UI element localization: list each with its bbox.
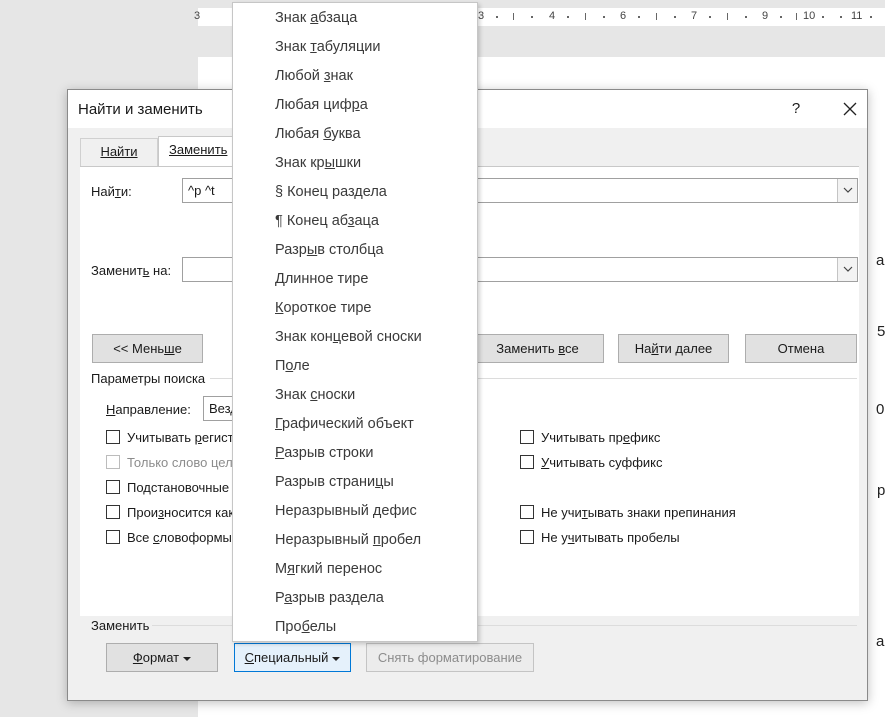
ruler-number: 9 bbox=[762, 10, 769, 22]
clear-formatting-button[interactable]: Снять форматирование bbox=[366, 643, 534, 672]
checkbox-box[interactable] bbox=[520, 505, 534, 519]
checkbox-label: Учитывать префикс bbox=[541, 430, 661, 445]
menu-item-manual-line-break[interactable]: Разрыв строки bbox=[275, 439, 373, 468]
menu-item-paragraph-mark[interactable]: Знак абзаца bbox=[275, 4, 357, 33]
menu-item-tab-character[interactable]: Знак табуляции bbox=[275, 33, 381, 62]
menu-item-any-digit[interactable]: Любая цифра bbox=[275, 91, 368, 120]
tab-find[interactable]: Найти bbox=[80, 138, 158, 166]
direction-label: Направление: bbox=[106, 402, 191, 417]
checkbox-label: Не учитывать знаки препинания bbox=[541, 505, 736, 520]
document-text-fragment: 0 bbox=[876, 401, 885, 418]
checkbox-box[interactable] bbox=[106, 430, 120, 444]
menu-item-section-break[interactable]: Разрыв раздела bbox=[275, 584, 384, 613]
ruler-number: 3 bbox=[194, 10, 201, 22]
checkbox-label: Не учитывать пробелы bbox=[541, 530, 680, 545]
chevron-down-icon bbox=[843, 266, 853, 272]
checkbox-box[interactable] bbox=[106, 505, 120, 519]
ruler-dot bbox=[822, 16, 824, 18]
checkbox-label: Учитывать регистр bbox=[127, 430, 241, 445]
menu-item-field[interactable]: Поле bbox=[275, 352, 310, 381]
menu-item-optional-hyphen[interactable]: Мягкий перенос bbox=[275, 555, 382, 584]
menu-item-paragraph-character[interactable]: ¶ Конец абзаца bbox=[275, 207, 379, 236]
checkbox-box[interactable] bbox=[106, 530, 120, 544]
ruler-number: 3 bbox=[478, 10, 485, 22]
menu-item-any-letter[interactable]: Любая буква bbox=[275, 120, 361, 149]
tab-find-label: Найти bbox=[100, 144, 138, 159]
ruler-tick bbox=[513, 13, 514, 20]
ruler-dot bbox=[745, 16, 747, 18]
checkbox-box[interactable] bbox=[520, 530, 534, 544]
document-text-fragment: а bbox=[876, 252, 885, 269]
tab-replace-label: Заменить bbox=[169, 142, 228, 157]
checkbox-box[interactable] bbox=[520, 430, 534, 444]
checkbox-label: Учитывать суффикс bbox=[541, 455, 663, 470]
replace-with-label: Заменить на: bbox=[91, 263, 172, 278]
ruler-number: 6 bbox=[620, 10, 627, 22]
checkbox-box[interactable] bbox=[520, 455, 534, 469]
menu-item-em-dash[interactable]: Длинное тире bbox=[275, 265, 368, 294]
checkbox-label: Подстановочные bbox=[127, 480, 230, 495]
find-label: Найти: bbox=[91, 184, 132, 199]
checkbox-label: Все словоформы bbox=[127, 530, 232, 545]
ruler-tick bbox=[585, 13, 586, 20]
replace-section-title: Заменить bbox=[91, 618, 150, 633]
ruler-dot bbox=[780, 16, 782, 18]
replace-all-button[interactable]: Заменить все bbox=[471, 334, 604, 363]
ruler-dot bbox=[638, 16, 640, 18]
ruler-dot bbox=[496, 16, 498, 18]
search-options-title: Параметры поиска bbox=[91, 371, 206, 386]
checkbox-label: Произносится как bbox=[127, 505, 235, 520]
help-button[interactable]: ? bbox=[786, 98, 806, 120]
menu-item-section-character[interactable]: § Конец раздела bbox=[275, 178, 387, 207]
replace-history-dropdown[interactable] bbox=[837, 258, 857, 281]
caret-down-icon bbox=[183, 656, 192, 661]
menu-item-manual-page-break[interactable]: Разрыв страницы bbox=[275, 468, 394, 497]
dialog-title: Найти и заменить bbox=[78, 101, 203, 118]
ruler-dot bbox=[840, 16, 842, 18]
ruler-dot bbox=[870, 16, 872, 18]
ruler-number: 4 bbox=[549, 10, 556, 22]
menu-item-white-space[interactable]: Пробелы bbox=[275, 613, 336, 642]
menu-item-nonbreaking-space[interactable]: Неразрывный пробел bbox=[275, 526, 421, 555]
ruler-tick bbox=[796, 13, 797, 20]
document-text-fragment: р bbox=[877, 482, 885, 499]
ruler-dot bbox=[674, 16, 676, 18]
menu-item-en-dash[interactable]: Короткое тире bbox=[275, 294, 372, 323]
checkbox-label: Только слово цел bbox=[127, 455, 233, 470]
ruler-number: 11 bbox=[851, 10, 863, 22]
menu-item-nonbreaking-hyphen[interactable]: Неразрывный дефис bbox=[275, 497, 417, 526]
close-button[interactable] bbox=[838, 97, 862, 121]
menu-item-footnote-mark[interactable]: Знак сноски bbox=[275, 381, 355, 410]
checkbox-box[interactable] bbox=[106, 455, 120, 469]
ruler-tick bbox=[656, 13, 657, 20]
less-button[interactable]: << Меньше bbox=[92, 334, 203, 363]
find-what-value: ^p ^t bbox=[188, 183, 215, 198]
menu-item-caret-character[interactable]: Знак крышки bbox=[275, 149, 361, 178]
menu-item-endnote-mark[interactable]: Знак концевой сноски bbox=[275, 323, 422, 352]
ruler-number: 10 bbox=[803, 10, 816, 22]
ruler-dot bbox=[709, 16, 711, 18]
menu-item-column-break[interactable]: Разрыв столбца bbox=[275, 236, 384, 265]
ruler-dot bbox=[567, 16, 569, 18]
format-button[interactable]: Формат bbox=[106, 643, 218, 672]
ruler-dot bbox=[531, 16, 533, 18]
cancel-button[interactable]: Отмена bbox=[745, 334, 857, 363]
document-text-fragment: а bbox=[876, 633, 885, 650]
ruler-tick bbox=[727, 13, 728, 20]
find-next-button[interactable]: Найти далее bbox=[618, 334, 729, 363]
special-button[interactable]: Специальный bbox=[234, 643, 351, 672]
special-characters-menu: Знак абзаца Знак табуляции Любой знак Лю… bbox=[232, 2, 478, 642]
ruler-dot bbox=[603, 16, 605, 18]
caret-down-icon bbox=[332, 656, 341, 661]
document-text-fragment: 5 bbox=[877, 323, 885, 340]
menu-item-graphic[interactable]: Графический объект bbox=[275, 410, 414, 439]
menu-item-any-character[interactable]: Любой знак bbox=[275, 62, 353, 91]
ruler-number: 7 bbox=[691, 10, 698, 22]
chevron-down-icon bbox=[843, 187, 853, 193]
find-history-dropdown[interactable] bbox=[837, 179, 857, 202]
close-icon bbox=[843, 102, 857, 116]
checkbox-box[interactable] bbox=[106, 480, 120, 494]
